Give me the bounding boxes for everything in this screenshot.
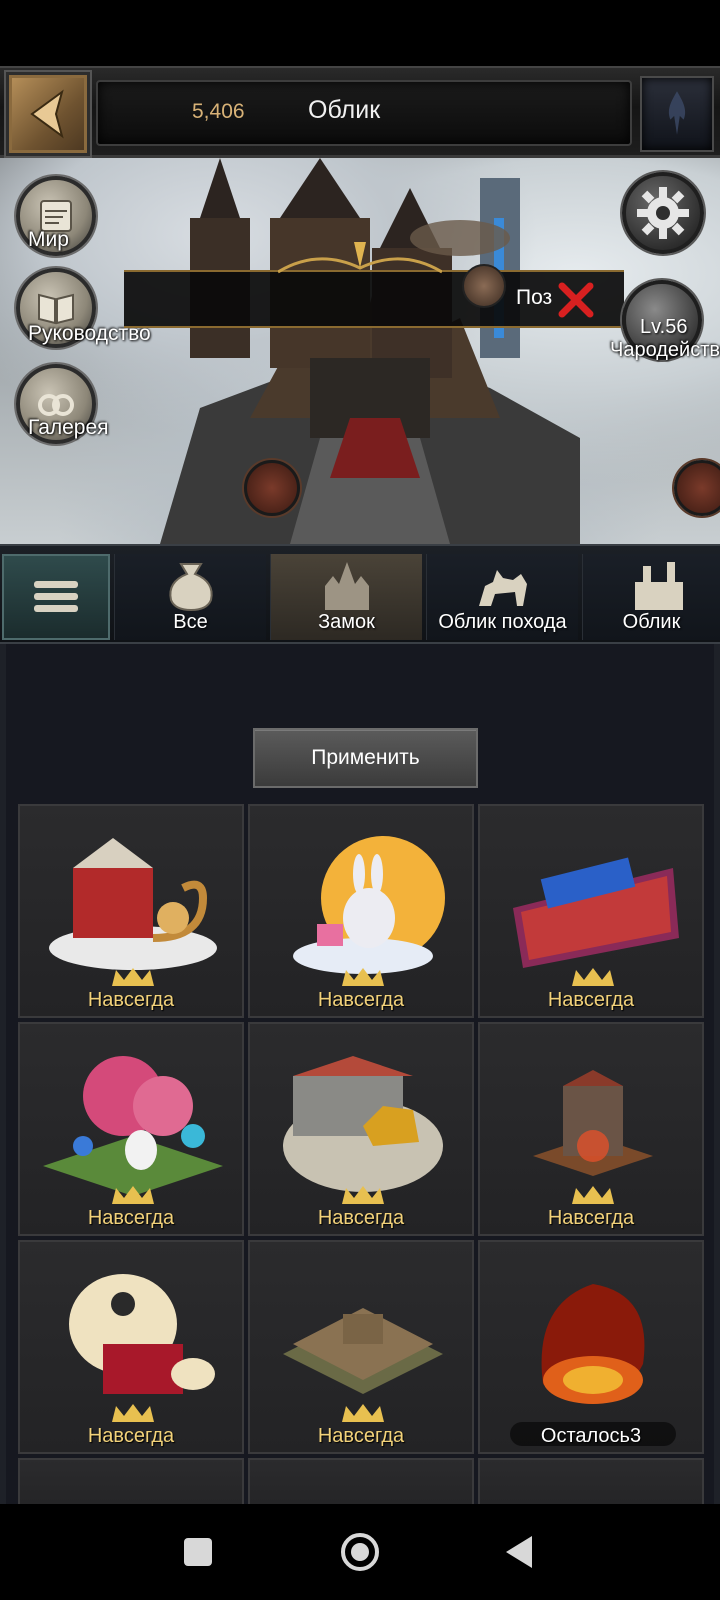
event-icon[interactable] — [674, 460, 720, 516]
home-icon[interactable] — [336, 1528, 384, 1576]
recents-icon[interactable] — [174, 1528, 222, 1576]
lion-dance-art — [69, 1274, 215, 1394]
status-bar — [0, 0, 720, 66]
system-nav-bar — [0, 1504, 720, 1600]
tab-skin[interactable]: Облик — [582, 554, 720, 640]
skin-card-moon-rabbit[interactable]: Навсегда — [248, 804, 474, 1018]
skin-card-anniversary[interactable]: Навсегда — [478, 804, 704, 1018]
card-duration: Навсегда — [317, 1425, 405, 1447]
anniversary-art — [513, 857, 679, 968]
cavalry-icon — [479, 570, 527, 606]
coin-count: 5,406 — [192, 100, 245, 123]
tab-castle-label: Замок — [318, 611, 375, 633]
banner-text: Поз — [516, 286, 553, 309]
crown-icon — [112, 968, 154, 986]
blossom-rabbit-art — [43, 1056, 223, 1196]
skin-card-golden-bull[interactable]: Навсегда — [248, 1022, 474, 1236]
skin-card-wooden-fort[interactable]: Навсегда — [248, 1240, 474, 1454]
card-duration: Навсегда — [87, 1207, 175, 1229]
tab-march-skin[interactable]: Облик похода — [426, 554, 578, 640]
crown-icon — [342, 968, 384, 986]
banner-ornament — [278, 242, 442, 274]
menu-button[interactable] — [2, 554, 110, 640]
card-duration: Навсегда — [547, 989, 635, 1011]
wooden-fort-art — [283, 1308, 443, 1394]
tab-skin-label: Облик — [622, 611, 681, 633]
card-duration: Навсегда — [547, 1207, 635, 1229]
tab-all[interactable]: Все — [114, 554, 266, 640]
skin-card-blossom-rabbit[interactable]: Навсегда — [18, 1022, 244, 1236]
ruined-tower-art — [533, 1070, 653, 1176]
fleur-icon — [668, 91, 686, 135]
world-label: Мир — [28, 228, 69, 251]
close-icon[interactable] — [556, 280, 596, 320]
menu-icon — [34, 581, 78, 612]
skin-card-sleigh[interactable]: Навсегда — [18, 804, 244, 1018]
card-duration: Навсегда — [317, 1207, 405, 1229]
sleigh-castle-art — [49, 838, 217, 970]
banner-avatar — [462, 264, 506, 308]
castle-illustration — [160, 158, 580, 544]
back-nav-icon[interactable] — [498, 1528, 546, 1576]
moon-rabbit-art — [293, 836, 445, 974]
sorcery-label: Чародейство — [610, 339, 720, 361]
castle-icon — [325, 562, 369, 610]
card-duration: Навсегда — [87, 1425, 175, 1447]
gallery-label: Галерея — [28, 416, 109, 439]
skin-card-lion-dance[interactable]: Навсегда — [18, 1240, 244, 1454]
settings-button[interactable] — [622, 172, 704, 254]
skins-panel: Применить Навсегда Навсегда Навсегда Нав… — [0, 644, 720, 1518]
golden-bull-art — [283, 1056, 443, 1192]
fortress-icon — [635, 562, 683, 610]
back-button[interactable] — [6, 72, 90, 156]
pouch-icon — [169, 563, 213, 612]
back-arrow-icon — [30, 89, 64, 139]
crest-button[interactable] — [640, 76, 714, 152]
page-title: Облик — [308, 96, 381, 124]
tab-bar: Все Замок Облик похода Облик — [0, 544, 720, 644]
gear-icon — [637, 187, 689, 239]
apply-button[interactable]: Применить — [253, 728, 478, 788]
crown-icon — [342, 1404, 384, 1422]
header: 5,406 Облик — [0, 66, 720, 158]
crown-icon — [572, 968, 614, 986]
card-remaining: Осталось3 — [540, 1425, 642, 1447]
crown-icon — [342, 1186, 384, 1204]
crown-icon — [112, 1404, 154, 1422]
crown-icon — [572, 1186, 614, 1204]
skin-card-ruined-tower[interactable]: Навсегда — [478, 1022, 704, 1236]
card-duration: Навсегда — [87, 989, 175, 1011]
tab-march-skin-label: Облик похода — [438, 611, 567, 633]
quest-icon[interactable] — [244, 460, 300, 516]
skin-card-fire-dragon[interactable]: Осталось3 — [478, 1240, 704, 1454]
castle-scene[interactable]: Мир Руководство Галерея Поз Lv.56 Чароде… — [0, 158, 720, 544]
fire-dragon-art — [541, 1284, 645, 1404]
title-plate: 5,406 Облик — [96, 80, 632, 146]
tab-castle[interactable]: Замок — [270, 554, 422, 640]
crown-icon — [112, 1186, 154, 1204]
card-duration: Навсегда — [317, 989, 405, 1011]
tab-all-label: Все — [173, 611, 208, 633]
level-badge: Lv.56 — [640, 316, 688, 338]
